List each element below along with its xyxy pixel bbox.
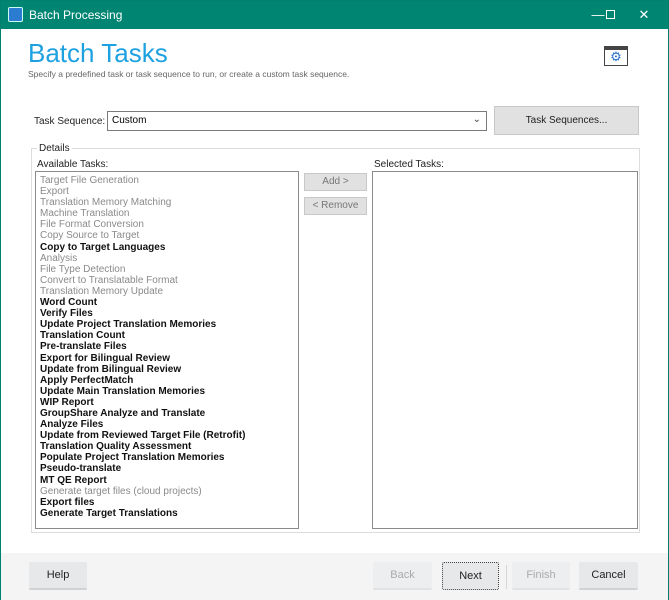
selected-tasks-label: Selected Tasks: xyxy=(374,159,444,170)
available-task-item[interactable]: Analysis xyxy=(40,253,294,264)
settings-window-icon: ⚙ xyxy=(604,46,628,66)
details-legend: Details xyxy=(37,143,72,154)
available-task-item[interactable]: Translation Memory Matching xyxy=(40,197,294,208)
task-sequences-button[interactable]: Task Sequences... xyxy=(494,106,639,135)
available-task-item[interactable]: Translation Memory Update xyxy=(40,286,294,297)
page-subtitle: Specify a predefined task or task sequen… xyxy=(28,69,350,79)
separator xyxy=(506,565,507,589)
available-task-item[interactable]: Convert to Translatable Format xyxy=(40,275,294,286)
app-icon xyxy=(8,7,23,22)
available-task-item[interactable]: Pseudo-translate xyxy=(40,463,294,474)
chevron-down-icon: ⌄ xyxy=(472,114,481,125)
available-task-item[interactable]: Verify Files xyxy=(40,308,294,319)
available-task-item[interactable]: Word Count xyxy=(40,297,294,308)
available-task-item[interactable]: File Format Conversion xyxy=(40,219,294,230)
available-task-item[interactable]: MT QE Report xyxy=(40,475,294,486)
available-task-item[interactable]: Translation Quality Assessment xyxy=(40,441,294,452)
available-task-item[interactable]: Copy to Target Languages xyxy=(40,242,294,253)
finish-button[interactable]: Finish xyxy=(512,562,570,590)
batch-processing-window: Batch Processing — ✕ Batch Tasks Specify… xyxy=(0,0,669,600)
available-tasks-label: Available Tasks: xyxy=(37,159,109,170)
back-button[interactable]: Back xyxy=(373,562,432,590)
available-task-item[interactable]: Update Main Translation Memories xyxy=(40,386,294,397)
available-task-item[interactable]: Apply PerfectMatch xyxy=(40,375,294,386)
available-task-item[interactable]: Machine Translation xyxy=(40,208,294,219)
available-task-item[interactable]: Analyze Files xyxy=(40,419,294,430)
footer: Help Back Next Finish Cancel xyxy=(1,553,668,600)
available-task-item[interactable]: Export files xyxy=(40,497,294,508)
available-task-item[interactable]: Copy Source to Target xyxy=(40,230,294,241)
title-bar: Batch Processing — ✕ xyxy=(1,1,668,29)
available-task-item[interactable]: GroupShare Analyze and Translate xyxy=(40,408,294,419)
remove-button[interactable]: < Remove xyxy=(304,197,367,215)
page-title: Batch Tasks xyxy=(28,38,168,68)
add-button[interactable]: Add > xyxy=(304,173,367,191)
available-task-item[interactable]: Export xyxy=(40,186,294,197)
available-task-item[interactable]: Export for Bilingual Review xyxy=(40,353,294,364)
close-button[interactable]: ✕ xyxy=(629,5,659,25)
available-task-item[interactable]: Populate Project Translation Memories xyxy=(40,452,294,463)
task-sequence-label: Task Sequence: xyxy=(34,116,106,127)
available-task-item[interactable]: Target File Generation xyxy=(40,175,294,186)
available-task-item[interactable]: Pre-translate Files xyxy=(40,341,294,352)
task-sequence-select[interactable]: Custom ⌄ xyxy=(107,111,487,131)
available-task-item[interactable]: Generate Target Translations xyxy=(40,508,294,519)
selected-tasks-list[interactable] xyxy=(372,171,638,529)
available-task-item[interactable]: Update from Reviewed Target File (Retrof… xyxy=(40,430,294,441)
available-task-item[interactable]: WIP Report xyxy=(40,397,294,408)
cancel-button[interactable]: Cancel xyxy=(579,562,638,590)
available-task-item[interactable]: Update from Bilingual Review xyxy=(40,364,294,375)
maximize-button[interactable] xyxy=(595,5,625,25)
task-sequence-value: Custom xyxy=(112,115,147,126)
available-task-item[interactable]: Translation Count xyxy=(40,330,294,341)
available-task-item[interactable]: File Type Detection xyxy=(40,264,294,275)
available-task-item[interactable]: Generate target files (cloud projects) xyxy=(40,486,294,497)
maximize-icon xyxy=(605,10,615,19)
help-button[interactable]: Help xyxy=(29,562,87,590)
window-title: Batch Processing xyxy=(29,8,123,22)
available-tasks-list[interactable]: Target File Generation Export Translation … xyxy=(35,171,299,529)
next-button[interactable]: Next xyxy=(442,562,499,590)
available-task-item[interactable]: Update Project Translation Memories xyxy=(40,319,294,330)
